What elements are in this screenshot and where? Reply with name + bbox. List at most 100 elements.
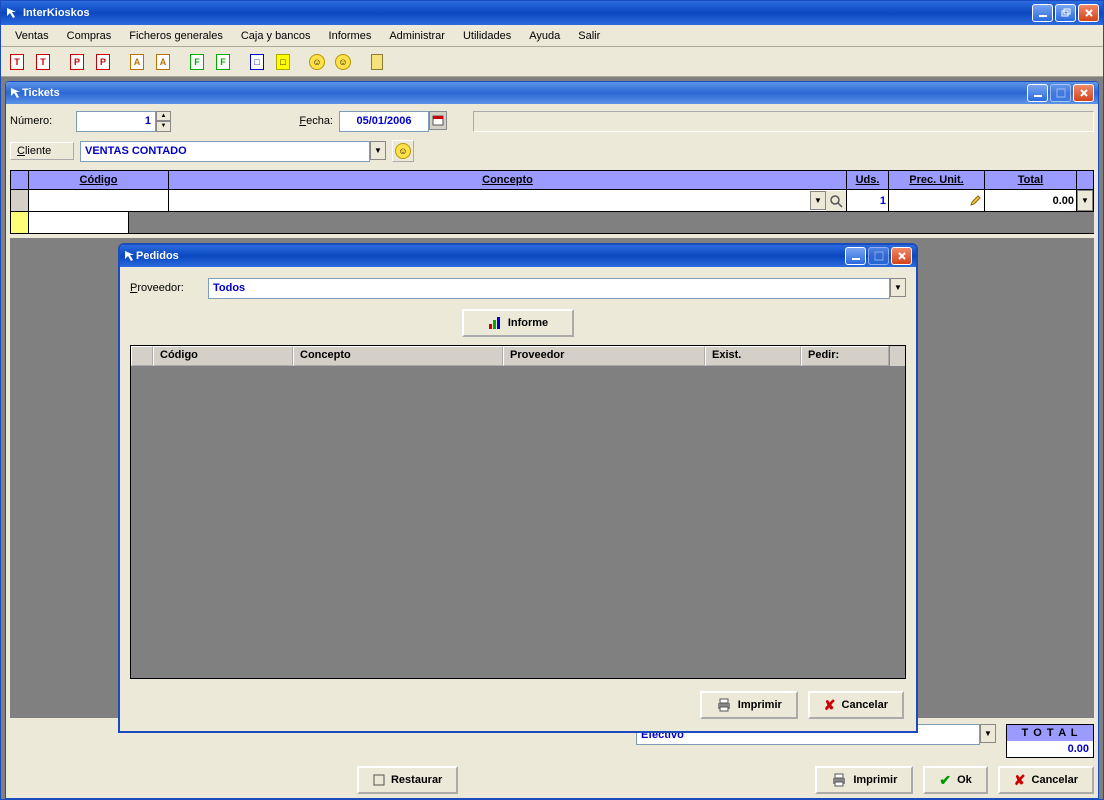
toolbar-yellow-button[interactable]: □: [271, 50, 295, 74]
pedidos-body: Proveedor: Todos ▼ Informe: [120, 267, 916, 731]
toolbar-blue-button[interactable]: □: [245, 50, 269, 74]
tickets-imprimir-button[interactable]: Imprimir: [815, 766, 913, 794]
tickets-title: Tickets: [22, 87, 1027, 99]
tickets-body: Número: 1 ▲ ▼ Fecha: 05/01/2006: [6, 104, 1098, 798]
toolbar-a-button[interactable]: A: [125, 50, 149, 74]
menu-administrar[interactable]: Administrar: [381, 28, 453, 44]
pedidos-minimize-button[interactable]: [845, 247, 866, 265]
tickets-footer-buttons: Restaurar Imprimir ✔ Ok ✘ Cancelar: [10, 766, 1094, 794]
col-prec-unit: Prec. Unit.: [889, 171, 985, 189]
numero-spinner-down[interactable]: ▼: [156, 121, 171, 132]
pedidos-dialog: Pedidos Proveedor: Todos: [118, 243, 918, 733]
numero-label: Número:: [10, 115, 70, 127]
pedidos-col-proveedor: Proveedor: [503, 346, 705, 366]
chart-icon: [488, 316, 502, 330]
menu-compras[interactable]: Compras: [59, 28, 120, 44]
cell-codigo[interactable]: [29, 190, 169, 211]
tickets-titlebar: Tickets: [6, 82, 1098, 104]
cell-concepto[interactable]: ▼: [169, 190, 847, 211]
toolbar-f-button[interactable]: F: [185, 50, 209, 74]
pedidos-grid-scrollbar[interactable]: [889, 346, 905, 366]
pedidos-col-handle: [131, 346, 153, 366]
col-codigo: Código: [29, 171, 169, 189]
menu-ventas[interactable]: Ventas: [7, 28, 57, 44]
col-concepto: Concepto: [169, 171, 847, 189]
tickets-grid-row-1: ▼ 1 0.00 ▼: [10, 190, 1094, 212]
check-icon: ✔: [939, 772, 951, 789]
cell-empty[interactable]: [29, 212, 129, 233]
toolbar-exit-button[interactable]: [365, 50, 389, 74]
menu-ficheros[interactable]: Ficheros generales: [121, 28, 231, 44]
pedidos-proveedor-row: Proveedor: Todos ▼: [130, 275, 906, 301]
informe-button[interactable]: Informe: [462, 309, 574, 337]
menu-utilidades[interactable]: Utilidades: [455, 28, 519, 44]
toolbar-t-search-button[interactable]: T: [31, 50, 55, 74]
pedidos-col-exist: Exist.: [705, 346, 801, 366]
ok-button[interactable]: ✔ Ok: [923, 766, 987, 794]
concepto-combo-button[interactable]: ▼: [810, 191, 826, 210]
tickets-close-button[interactable]: [1073, 84, 1094, 102]
toolbar-f-search-button[interactable]: F: [211, 50, 235, 74]
close-button[interactable]: [1078, 4, 1099, 22]
restaurar-button[interactable]: Restaurar: [357, 766, 458, 794]
cliente-combo-button[interactable]: ▼: [370, 141, 386, 160]
toolbar-t-button[interactable]: T: [5, 50, 29, 74]
toolbar-p-search-button[interactable]: P: [91, 50, 115, 74]
pedidos-col-pedir: Pedir:: [801, 346, 889, 366]
minimize-button[interactable]: [1032, 4, 1053, 22]
app-window: InterKioskos Ventas Compras Ficheros gen…: [0, 0, 1104, 800]
app-icon: [5, 6, 19, 20]
toolbar-face2-button[interactable]: ☺: [331, 50, 355, 74]
pedidos-footer: Imprimir ✘ Cancelar: [130, 687, 906, 723]
col-uds: Uds.: [847, 171, 889, 189]
restore-button[interactable]: [1055, 4, 1076, 22]
pedidos-maximize-button: [868, 247, 889, 265]
print-icon: [716, 698, 732, 712]
cell-uds[interactable]: 1: [847, 190, 889, 211]
proveedor-combo-button[interactable]: ▼: [890, 278, 906, 297]
main-titlebar: InterKioskos: [1, 1, 1103, 25]
x-icon: ✘: [824, 697, 836, 714]
menu-ayuda[interactable]: Ayuda: [521, 28, 568, 44]
fecha-calendar-button[interactable]: [429, 111, 447, 130]
row-handle[interactable]: [11, 190, 29, 211]
pedidos-title: Pedidos: [136, 250, 845, 262]
pedidos-close-button[interactable]: [891, 247, 912, 265]
cliente-combo[interactable]: VENTAS CONTADO: [80, 141, 370, 162]
numero-spinner-up[interactable]: ▲: [156, 111, 171, 122]
menubar: Ventas Compras Ficheros generales Caja y…: [1, 25, 1103, 47]
menu-caja[interactable]: Caja y bancos: [233, 28, 319, 44]
pedidos-imprimir-button[interactable]: Imprimir: [700, 691, 798, 719]
tickets-maximize-button: [1050, 84, 1071, 102]
toolbar-p-button[interactable]: P: [65, 50, 89, 74]
menu-informes[interactable]: Informes: [321, 28, 380, 44]
concepto-search-button[interactable]: [826, 191, 846, 211]
toolbar: T T P P A A F F □ □ ☺ ☺: [1, 47, 1103, 77]
tickets-cancelar-button[interactable]: ✘ Cancelar: [998, 766, 1094, 794]
pedidos-cancelar-button[interactable]: ✘ Cancelar: [808, 691, 904, 719]
workspace: Tickets Número: 1 ▲ ▼: [1, 77, 1103, 799]
fecha-input[interactable]: 05/01/2006: [339, 111, 429, 132]
grid-scroll-down[interactable]: ▼: [1077, 190, 1093, 211]
cell-total: 0.00: [985, 190, 1077, 211]
cell-prec-unit[interactable]: [889, 190, 985, 211]
row-handle-active[interactable]: [11, 212, 29, 233]
payment-combo-button[interactable]: ▼: [980, 724, 996, 743]
tickets-minimize-button[interactable]: [1027, 84, 1048, 102]
tickets-row-numero-fecha: Número: 1 ▲ ▼ Fecha: 05/01/2006: [10, 108, 1094, 134]
col-total: Total: [985, 171, 1077, 189]
pedidos-grid-header: Código Concepto Proveedor Exist. Pedir:: [131, 346, 889, 366]
pencil-icon[interactable]: [966, 190, 984, 211]
x-icon: ✘: [1014, 772, 1026, 789]
proveedor-label: Proveedor:: [130, 282, 202, 294]
proveedor-combo[interactable]: Todos: [208, 278, 890, 299]
cliente-label[interactable]: Cliente: [10, 142, 74, 160]
tickets-icon: [10, 87, 22, 99]
menu-salir[interactable]: Salir: [570, 28, 608, 44]
fecha-label: Fecha:: [283, 115, 333, 127]
print-icon: [831, 773, 847, 787]
cliente-search-button[interactable]: ☺: [392, 140, 414, 162]
toolbar-face1-button[interactable]: ☺: [305, 50, 329, 74]
toolbar-a-search-button[interactable]: A: [151, 50, 175, 74]
numero-input[interactable]: 1: [76, 111, 156, 132]
